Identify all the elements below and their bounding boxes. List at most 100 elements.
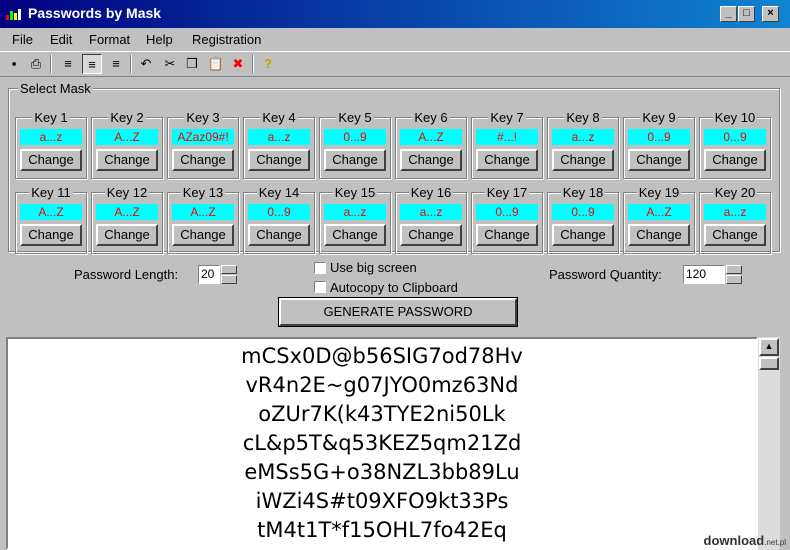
cut-icon[interactable]: ✂ (160, 54, 180, 74)
key-mask-display: A...Z (96, 204, 158, 220)
password-line: cL&p5T&q53KEZ5qm21Zd (242, 431, 522, 455)
key-label: Key 7 (488, 110, 526, 125)
paste-icon[interactable]: 📋 (206, 54, 226, 74)
align-right-icon[interactable]: ≡ (106, 54, 126, 74)
toolbar: ▪ ⎙ ≡ ≡ ≡ ↶ ✂ ❐ 📋 ✖ ? (0, 51, 790, 77)
key-label: Key 2 (108, 110, 146, 125)
key-box: Key 10 0...9 Change (699, 110, 771, 179)
key-mask-display: AZaz09#! (172, 129, 234, 145)
password-output[interactable]: mCSx0D@b56SIG7od78Hv vR4n2E~g07JYO0mz63Nd… (6, 337, 758, 550)
undo-icon[interactable]: ↶ (136, 54, 156, 74)
key-label: Key 18 (560, 185, 606, 200)
password-line: vR4n2E~g07JYO0mz63Nd (245, 373, 519, 397)
help-icon[interactable]: ? (258, 54, 278, 74)
change-mask-button[interactable]: Change (324, 149, 386, 171)
change-mask-button[interactable]: Change (248, 149, 310, 171)
key-label: Key 17 (484, 185, 530, 200)
key-label: Key 19 (636, 185, 682, 200)
password-quantity-label: Password Quantity: (549, 267, 662, 282)
key-mask-display: a...z (400, 204, 462, 220)
key-box: Key 15 a...z Change (319, 185, 391, 254)
menu-registration[interactable]: Registration (192, 32, 261, 47)
spin-up-icon[interactable] (221, 265, 237, 274)
close-button[interactable]: × (762, 6, 779, 22)
menu-format[interactable]: Format (89, 32, 130, 47)
vertical-scrollbar[interactable]: ▲ (758, 337, 780, 550)
spin-down-icon[interactable] (221, 275, 237, 284)
change-mask-button[interactable]: Change (96, 149, 158, 171)
change-mask-button[interactable]: Change (704, 224, 766, 246)
key-label: Key 11 (29, 185, 73, 200)
key-label: Key 10 (712, 110, 758, 125)
password-quantity-spinner[interactable] (726, 265, 742, 284)
key-mask-display: a...z (248, 129, 310, 145)
align-center-icon[interactable]: ≡ (82, 54, 102, 74)
key-label: Key 12 (104, 185, 150, 200)
password-length-label: Password Length: (74, 267, 179, 282)
maximize-button[interactable]: □ (738, 6, 755, 22)
key-mask-display: A...Z (400, 129, 462, 145)
key-box: Key 18 0...9 Change (547, 185, 619, 254)
key-box: Key 9 0...9 Change (623, 110, 695, 179)
copy-icon[interactable]: ❐ (182, 54, 202, 74)
key-label: Key 14 (256, 185, 302, 200)
spin-down-icon[interactable] (726, 275, 742, 284)
menu-help[interactable]: Help (146, 32, 173, 47)
menu-edit[interactable]: Edit (50, 32, 72, 47)
title-bar: Passwords by Mask _ □ × (0, 0, 790, 28)
change-mask-button[interactable]: Change (96, 224, 158, 246)
change-mask-button[interactable]: Change (248, 224, 310, 246)
password-line: mCSx0D@b56SIG7od78Hv (241, 344, 523, 368)
change-mask-button[interactable]: Change (400, 149, 462, 171)
scroll-up-icon[interactable]: ▲ (759, 338, 779, 356)
key-box: Key 2 A...Z Change (91, 110, 163, 179)
key-mask-display: #...! (476, 129, 538, 145)
autocopy-checkbox[interactable] (314, 281, 326, 293)
change-mask-button[interactable]: Change (476, 224, 538, 246)
key-mask-display: 0...9 (324, 129, 386, 145)
generate-password-button[interactable]: GENERATE PASSWORD (278, 297, 518, 327)
scroll-thumb[interactable] (759, 357, 779, 370)
key-box: Key 14 0...9 Change (243, 185, 315, 254)
save-icon[interactable]: ▪ (4, 54, 24, 74)
minimize-button[interactable]: _ (720, 6, 737, 22)
change-mask-button[interactable]: Change (20, 149, 82, 171)
change-mask-button[interactable]: Change (324, 224, 386, 246)
big-screen-label: Use big screen (330, 260, 417, 275)
change-mask-button[interactable]: Change (20, 224, 82, 246)
key-box: Key 7 #...! Change (471, 110, 543, 179)
change-mask-button[interactable]: Change (400, 224, 462, 246)
change-mask-button[interactable]: Change (552, 224, 614, 246)
menu-file[interactable]: File (12, 32, 33, 47)
key-mask-display: A...Z (628, 204, 690, 220)
app-icon (6, 8, 22, 20)
key-mask-display: 0...9 (628, 129, 690, 145)
change-mask-button[interactable]: Change (628, 224, 690, 246)
autocopy-label: Autocopy to Clipboard (330, 280, 458, 295)
print-icon[interactable]: ⎙ (26, 54, 46, 74)
key-label: Key 20 (712, 185, 758, 200)
spin-up-icon[interactable] (726, 265, 742, 274)
key-mask-display: 0...9 (552, 204, 614, 220)
key-label: Key 4 (260, 110, 298, 125)
change-mask-button[interactable]: Change (704, 149, 766, 171)
change-mask-button[interactable]: Change (628, 149, 690, 171)
password-line: iWZi4S#t09XFO9kt33Ps (255, 489, 509, 513)
key-mask-display: a...z (704, 204, 766, 220)
password-length-input[interactable]: 20 (198, 265, 220, 284)
key-box: Key 8 a...z Change (547, 110, 619, 179)
delete-icon[interactable]: ✖ (228, 54, 248, 74)
change-mask-button[interactable]: Change (172, 224, 234, 246)
change-mask-button[interactable]: Change (172, 149, 234, 171)
change-mask-button[interactable]: Change (476, 149, 538, 171)
key-box: Key 1 a...z Change (15, 110, 87, 179)
key-mask-display: A...Z (172, 204, 234, 220)
password-length-spinner[interactable] (221, 265, 237, 284)
password-list: mCSx0D@b56SIG7od78Hv vR4n2E~g07JYO0mz63Nd… (8, 339, 756, 545)
change-mask-button[interactable]: Change (552, 149, 614, 171)
key-box: Key 6 A...Z Change (395, 110, 467, 179)
align-left-icon[interactable]: ≡ (58, 54, 78, 74)
big-screen-checkbox[interactable] (314, 262, 326, 274)
key-box: Key 5 0...9 Change (319, 110, 391, 179)
password-quantity-input[interactable]: 120 (683, 265, 725, 284)
